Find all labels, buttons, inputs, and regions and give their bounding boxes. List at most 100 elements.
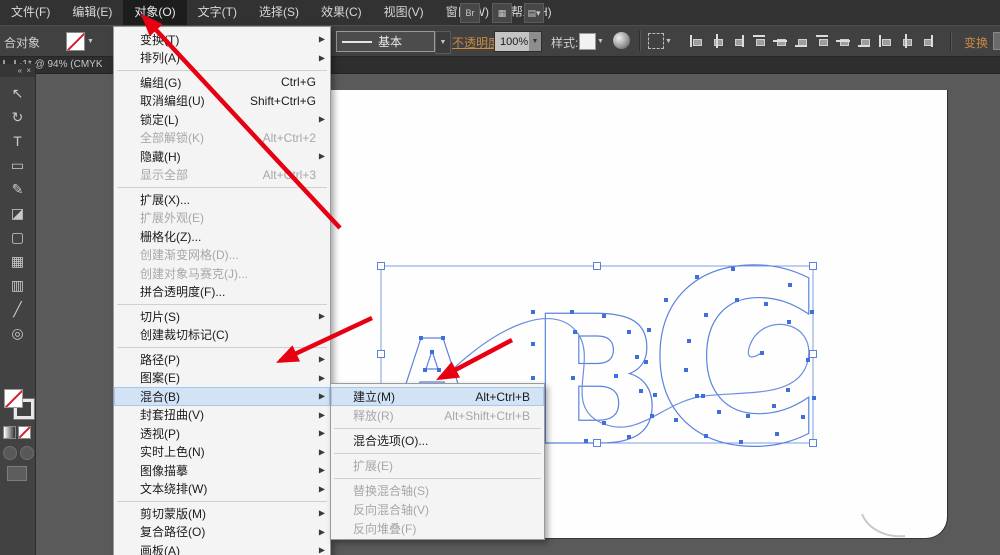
object-menu-item[interactable]: 栅格化(Z)... ▶: [114, 227, 330, 246]
object-menu-item[interactable]: 显示全部 Alt+Ctrl+3 ▶: [114, 166, 330, 185]
blend-submenu-item[interactable]: 释放(R) Alt+Shift+Ctrl+B ▶: [331, 406, 544, 425]
opacity-link[interactable]: 不透明度: [452, 34, 500, 51]
knife-tool[interactable]: ╱: [5, 297, 31, 321]
object-menu-item[interactable]: 取消编组(U) Shift+Ctrl+G ▶: [114, 92, 330, 111]
object-menu: 变换(T) ▶ 排列(A) ▶ 编组(G) Ctrl+G ▶ 取消编组(U) S…: [113, 26, 331, 555]
menu-effect[interactable]: 效果(C): [310, 0, 373, 25]
object-menu-item[interactable]: 切片(S) ▶: [114, 307, 330, 326]
object-menu-item[interactable]: 拼合透明度(F)... ▶: [114, 283, 330, 302]
object-menu-item[interactable]: 透视(P) ▶: [114, 424, 330, 443]
opacity-dropdown-icon[interactable]: ▼: [529, 32, 541, 51]
column-graph-tool[interactable]: ▥: [5, 273, 31, 297]
object-menu-item[interactable]: 创建对象马赛克(J)... ▶: [114, 264, 330, 283]
menu-object[interactable]: 对象(O): [123, 0, 186, 25]
object-menu-item[interactable]: 创建裁切标记(C) ▶: [114, 326, 330, 345]
distribute-right-icon[interactable]: [919, 33, 935, 49]
menu-select[interactable]: 选择(S): [248, 0, 310, 25]
align-right-icon[interactable]: [730, 33, 746, 49]
menu-item-label: 混合选项(O)...: [353, 432, 428, 449]
object-menu-item[interactable]: 编组(G) Ctrl+G ▶: [114, 73, 330, 92]
align-bottom-icon[interactable]: [793, 33, 809, 49]
object-menu-item[interactable]: 路径(P) ▶: [114, 350, 330, 369]
screen-mode-button[interactable]: [7, 466, 27, 481]
object-menu-item[interactable]: 全部解锁(K) Alt+Ctrl+2 ▶: [114, 129, 330, 148]
panel-icon[interactable]: [993, 32, 1000, 50]
menu-edit[interactable]: 编辑(E): [61, 0, 123, 25]
menu-view[interactable]: 视图(V): [373, 0, 435, 25]
menu-type[interactable]: 文字(T): [187, 0, 248, 25]
pencil-tool[interactable]: ✎: [5, 177, 31, 201]
transform-link[interactable]: 变换: [964, 34, 988, 51]
free-transform-tool[interactable]: ↻: [5, 105, 31, 129]
object-menu-item[interactable]: 画板(A) ▶: [114, 541, 330, 555]
bridge-icon[interactable]: Br: [460, 3, 480, 23]
distribute-left-icon[interactable]: [877, 33, 893, 49]
tool-icon: ◪: [11, 205, 24, 222]
collapse-panel-icon[interactable]: «: [18, 66, 23, 75]
blend-submenu-item[interactable]: 扩展(E) ▶: [331, 456, 544, 475]
object-menu-item[interactable]: 隐藏(H) ▶: [114, 147, 330, 166]
workspace-switcher-icon[interactable]: ▤▾: [524, 3, 544, 23]
menu-file[interactable]: 文件(F): [0, 0, 61, 25]
draw-behind-button[interactable]: [20, 446, 34, 460]
object-menu-item[interactable]: 创建渐变网格(D)... ▶: [114, 246, 330, 265]
object-menu-item[interactable]: 图案(E) ▶: [114, 369, 330, 388]
submenu-arrow-icon: ▶: [319, 484, 325, 493]
object-menu-item[interactable]: 实时上色(N) ▶: [114, 443, 330, 462]
close-panel-icon[interactable]: ×: [26, 66, 32, 75]
tools-panel-header[interactable]: « ×: [0, 64, 35, 77]
object-menu-item[interactable]: 扩展(X)... ▶: [114, 190, 330, 209]
blend-submenu-item[interactable]: 替换混合轴(S) ▶: [331, 481, 544, 500]
align-to-dropdown-icon[interactable]: ▼: [665, 38, 672, 45]
align-v-center-icon[interactable]: [772, 33, 788, 49]
perspective-grid-tool[interactable]: ▦: [5, 249, 31, 273]
rectangle-tool[interactable]: ▭: [5, 153, 31, 177]
menu-separator: [334, 453, 541, 454]
stroke-style-dropdown-icon[interactable]: ▼: [435, 31, 451, 54]
none-button[interactable]: [18, 426, 31, 439]
draw-normal-button[interactable]: [3, 446, 17, 460]
object-menu-item[interactable]: 封套扭曲(V) ▶: [114, 406, 330, 425]
align-top-icon[interactable]: [751, 33, 767, 49]
stroke-style-value: 基本: [378, 33, 402, 50]
zoom-tool[interactable]: ◎: [5, 321, 31, 345]
opacity-input[interactable]: 100% ▼: [494, 31, 542, 52]
blend-submenu-item[interactable]: 建立(M) Alt+Ctrl+B ▶: [331, 387, 544, 406]
artboard-tool[interactable]: ▢: [5, 225, 31, 249]
distribute-h-center-icon[interactable]: [898, 33, 914, 49]
submenu-arrow-icon: ▶: [319, 53, 325, 62]
align-left-icon[interactable]: [688, 33, 704, 49]
object-menu-item[interactable]: 排列(A) ▶: [114, 49, 330, 68]
fill-dropdown-icon[interactable]: ▼: [87, 38, 94, 45]
object-menu-item[interactable]: 图像描摹 ▶: [114, 461, 330, 480]
arrange-documents-icon[interactable]: ▦: [492, 3, 512, 23]
object-menu-item[interactable]: 变换(T) ▶: [114, 30, 330, 49]
distribute-v-center-icon[interactable]: [835, 33, 851, 49]
distribute-top-icon[interactable]: [814, 33, 830, 49]
distribute-bottom-icon[interactable]: [856, 33, 872, 49]
fill-swatch[interactable]: [66, 32, 85, 51]
recolor-artwork-icon[interactable]: [613, 32, 630, 49]
fill-color-swatch[interactable]: [4, 389, 23, 408]
submenu-arrow-icon: ▶: [319, 392, 325, 401]
stroke-style-selector[interactable]: 基本: [336, 31, 435, 52]
blend-submenu-item[interactable]: 反向混合轴(V) ▶: [331, 500, 544, 519]
menu-item-shortcut: Ctrl+G: [281, 75, 316, 89]
menu-item-label: 复合路径(O): [140, 523, 205, 540]
object-menu-item[interactable]: 文本绕排(W) ▶: [114, 480, 330, 499]
blend-submenu-item[interactable]: 反向堆叠(F) ▶: [331, 519, 544, 538]
type-tool[interactable]: T: [5, 129, 31, 153]
object-menu-item[interactable]: 锁定(L) ▶: [114, 110, 330, 129]
object-menu-item[interactable]: 混合(B) ▶: [114, 387, 330, 406]
eraser-tool[interactable]: ◪: [5, 201, 31, 225]
object-menu-item[interactable]: 剪切蒙版(M) ▶: [114, 504, 330, 523]
blend-submenu-item[interactable]: 混合选项(O)... ▶: [331, 431, 544, 450]
selection-tool[interactable]: ↖: [5, 81, 31, 105]
style-swatch[interactable]: [579, 33, 596, 50]
object-menu-item[interactable]: 复合路径(O) ▶: [114, 523, 330, 542]
align-h-center-icon[interactable]: [709, 33, 725, 49]
gradient-button[interactable]: [3, 426, 16, 439]
style-dropdown-icon[interactable]: ▼: [597, 38, 604, 45]
object-menu-item[interactable]: 扩展外观(E) ▶: [114, 209, 330, 228]
align-to-selection-icon[interactable]: [648, 33, 664, 49]
